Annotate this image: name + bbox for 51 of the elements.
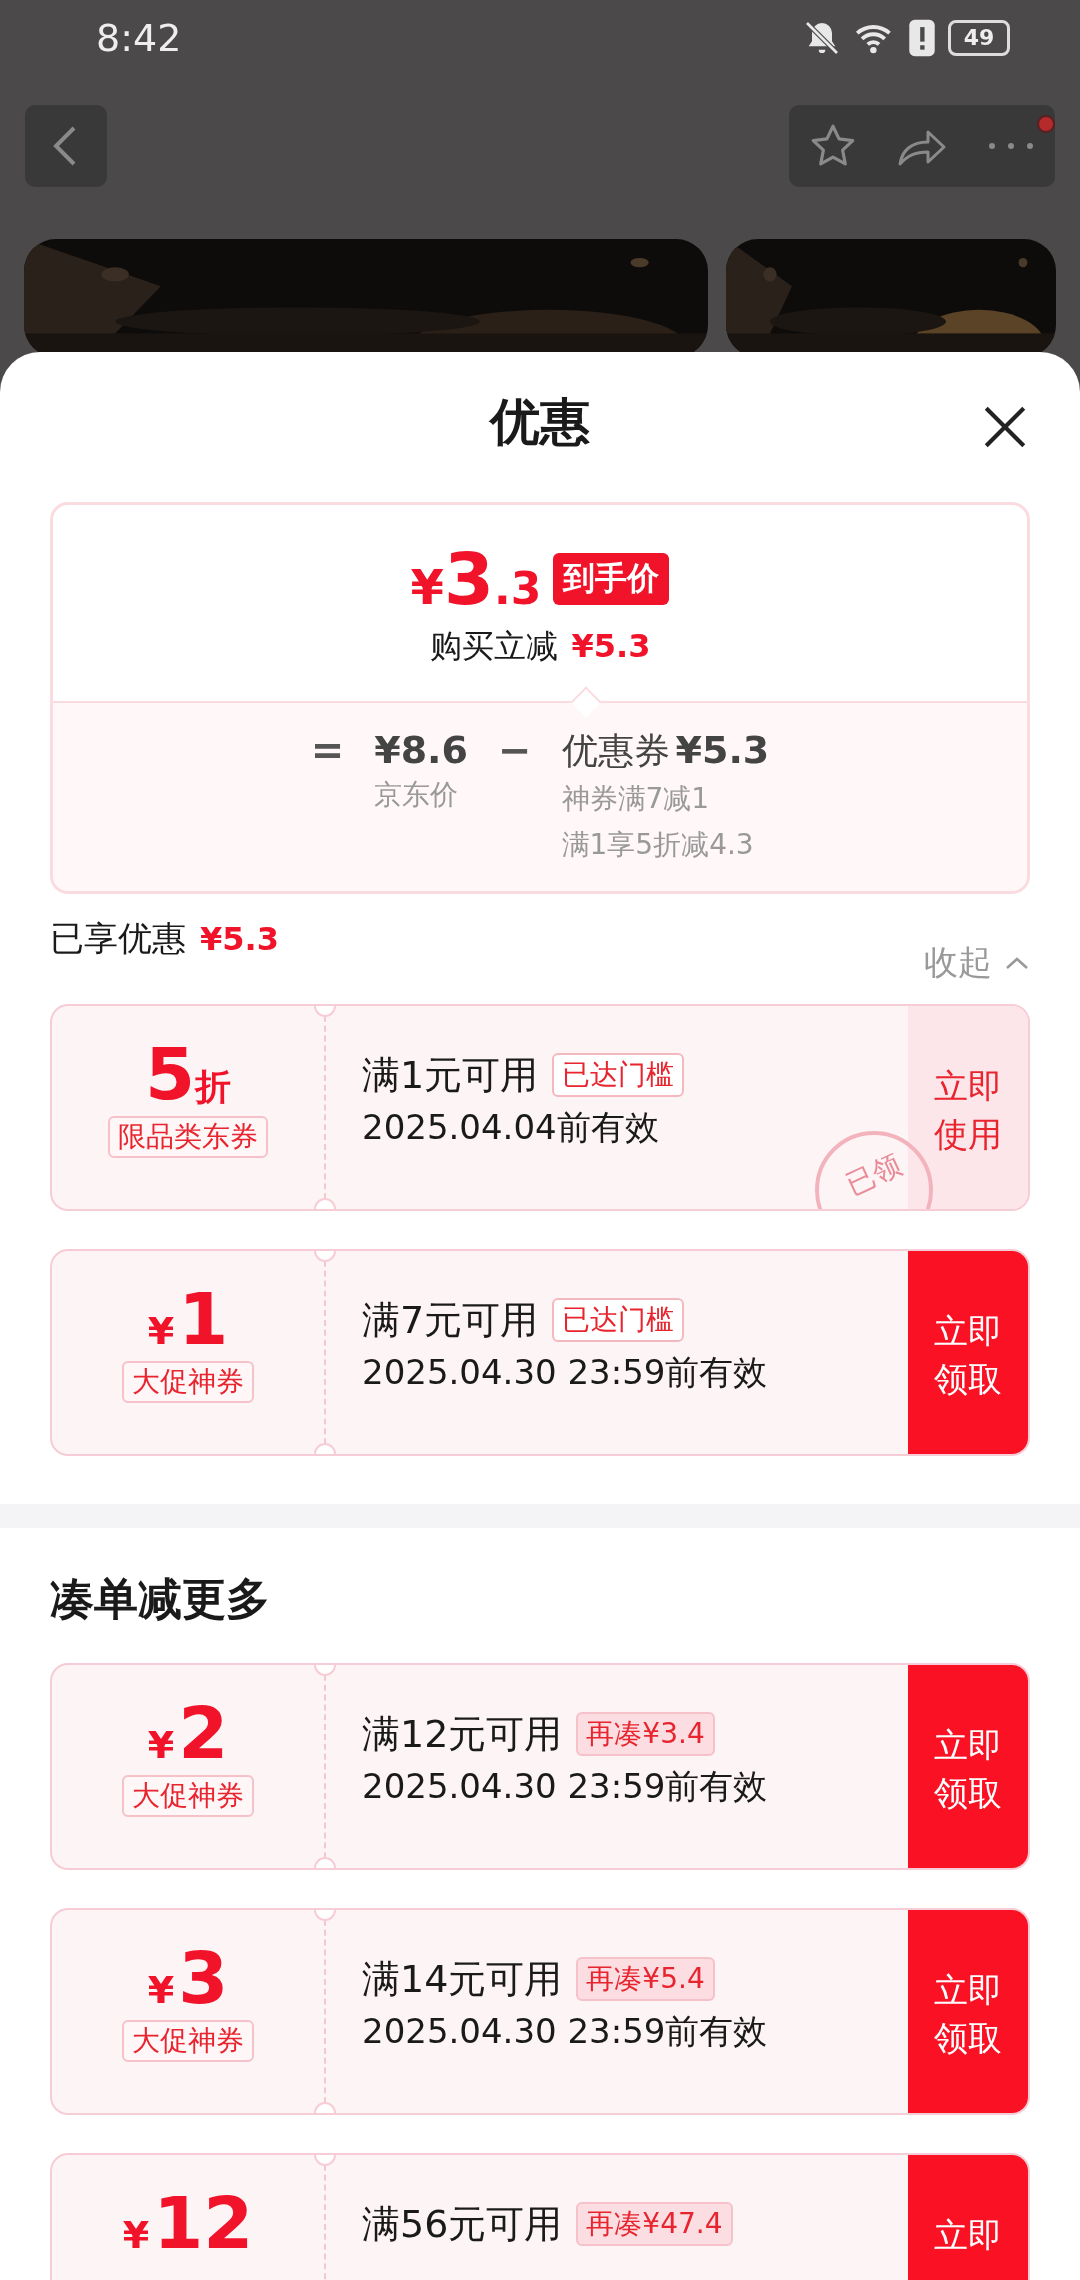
coupon-condition: 满14元可用 <box>362 1955 563 2003</box>
status-time: 8:42 <box>96 15 182 60</box>
price-tag: 到手价 <box>553 553 670 605</box>
more-icon[interactable] <box>986 140 1036 152</box>
coupon-action-button[interactable]: 立即领取 <box>908 1665 1028 1868</box>
enjoyed-amount: ¥5.3 <box>200 920 279 958</box>
coupon-amount: ¥5.3 <box>675 727 770 774</box>
sheet-title: 优惠 <box>490 391 590 453</box>
coupon-validity: 2025.04.30 23:59前有效 <box>362 1765 769 1808</box>
coupon-action-button[interactable]: 立即领取 <box>908 1251 1028 1454</box>
threshold-badge: 已达门槛 <box>552 1053 685 1097</box>
base-price: ¥8.6 <box>374 727 468 774</box>
battery-icon: 49 <box>948 19 1010 56</box>
coupon-tag: 大促神券 <box>122 2020 254 2062</box>
discount-detail: 神券满7减1 <box>561 781 711 817</box>
enjoyed-label: 已享优惠 <box>50 917 186 960</box>
coupon-action-button[interactable]: 立即领取 <box>908 1910 1028 2113</box>
coupon-label: 优惠券 <box>561 729 670 773</box>
coupon-action-button[interactable]: 立即使用 <box>908 1006 1028 1209</box>
minus-sign: − <box>498 726 532 775</box>
back-button[interactable] <box>25 105 107 187</box>
coupon-action-button[interactable]: 立即 <box>908 2155 1028 2280</box>
coupon-value: ¥12 <box>122 2181 254 2265</box>
discount-detail: 满1享5折减4.3 <box>561 827 755 863</box>
coupon-value: ¥1 <box>147 1277 229 1361</box>
coupon-tag: 大促神券 <box>122 1775 254 1817</box>
equals-sign: = <box>310 726 345 775</box>
threshold-badge: 再凑¥3.4 <box>576 1712 715 1756</box>
instant-label: 购买立减 <box>429 626 558 667</box>
coupon-condition: 满56元可用 <box>362 2200 563 2248</box>
caret-icon <box>1004 955 1030 971</box>
coupon-condition: 满7元可用 <box>362 1296 539 1344</box>
alert-icon <box>908 17 936 58</box>
collapse-toggle[interactable]: 收起 <box>924 940 1030 986</box>
coupon-validity: 2025.04.30 23:59前有效 <box>362 2010 769 2053</box>
final-price: ¥3.3 <box>410 537 542 621</box>
instant-amount: ¥5.3 <box>571 627 651 665</box>
coupon-condition: 满12元可用 <box>362 1710 563 1758</box>
threshold-badge: 再凑¥5.4 <box>576 1957 715 2001</box>
coupon-validity: 2025.04.04前有效 <box>362 1106 660 1149</box>
coupon-value: 5折 <box>144 1032 232 1116</box>
threshold-badge: 再凑¥47.4 <box>576 2202 733 2246</box>
coupon-validity: 2025.04.30 23:59前有效 <box>362 1351 769 1394</box>
coupon-condition: 满1元可用 <box>362 1051 539 1099</box>
section-title: 凑单减更多 <box>49 1572 271 1626</box>
coupon-value: ¥2 <box>147 1691 229 1775</box>
coupon-value: ¥3 <box>147 1936 229 2020</box>
coupon-tag: 限品类东券 <box>108 1116 268 1158</box>
base-price-label: 京东价 <box>374 777 460 813</box>
threshold-badge: 已达门槛 <box>552 1298 685 1342</box>
coupon-tag: 大促神券 <box>122 1361 254 1403</box>
